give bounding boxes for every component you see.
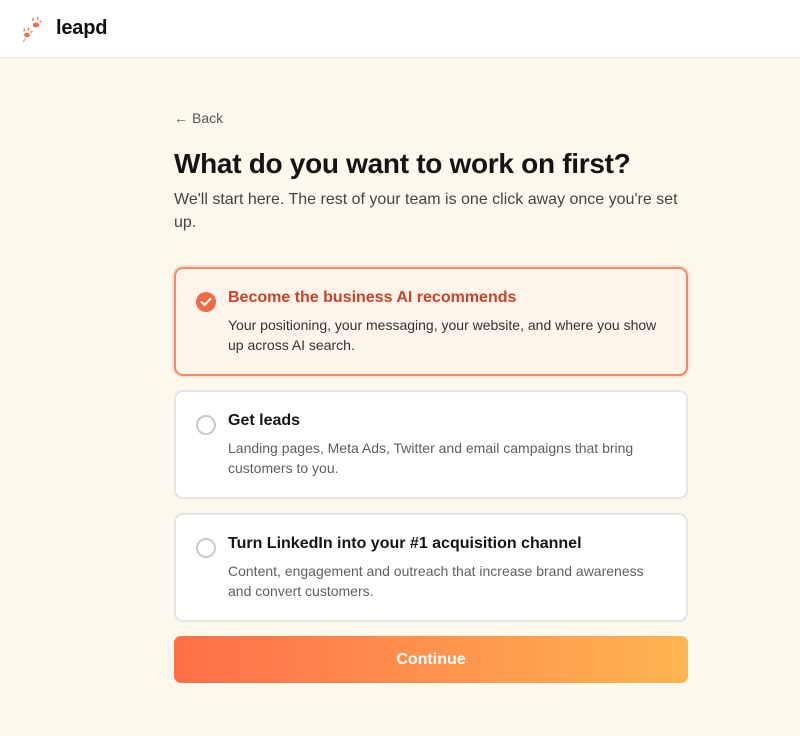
leapd-logo-icon	[18, 14, 48, 44]
onboarding-content: ← Back What do you want to work on first…	[174, 108, 688, 683]
back-label: Back	[192, 110, 224, 126]
option-description: Content, engagement and outreach that in…	[228, 563, 644, 599]
back-link[interactable]: ← Back	[174, 108, 223, 128]
option-list: Become the business AI recommends Your p…	[174, 267, 688, 622]
page-subtitle: We'll start here. The rest of your team …	[174, 191, 678, 231]
top-bar: leapd	[0, 0, 800, 58]
option-description: Your positioning, your messaging, your w…	[228, 317, 657, 353]
option-title: Become the business AI recommends	[228, 289, 517, 306]
radio-checked-icon[interactable]	[196, 292, 216, 312]
option-title: Turn LinkedIn into your #1 acquisition c…	[228, 535, 582, 552]
option-description: Landing pages, Meta Ads, Twitter and ema…	[228, 440, 634, 476]
arrow-left-icon: ←	[174, 110, 188, 126]
radio-unchecked-icon[interactable]	[196, 538, 216, 558]
page-title: What do you want to work on first?	[174, 148, 631, 179]
brand-name: leapd	[56, 17, 108, 39]
continue-button[interactable]: Continue	[174, 636, 688, 683]
option-ai-recommends[interactable]: Become the business AI recommends Your p…	[174, 267, 688, 376]
option-get-leads[interactable]: Get leads Landing pages, Meta Ads, Twitt…	[174, 390, 688, 499]
radio-unchecked-icon[interactable]	[196, 415, 216, 435]
option-title: Get leads	[228, 412, 301, 429]
option-linkedin-acquisition[interactable]: Turn LinkedIn into your #1 acquisition c…	[174, 513, 688, 622]
